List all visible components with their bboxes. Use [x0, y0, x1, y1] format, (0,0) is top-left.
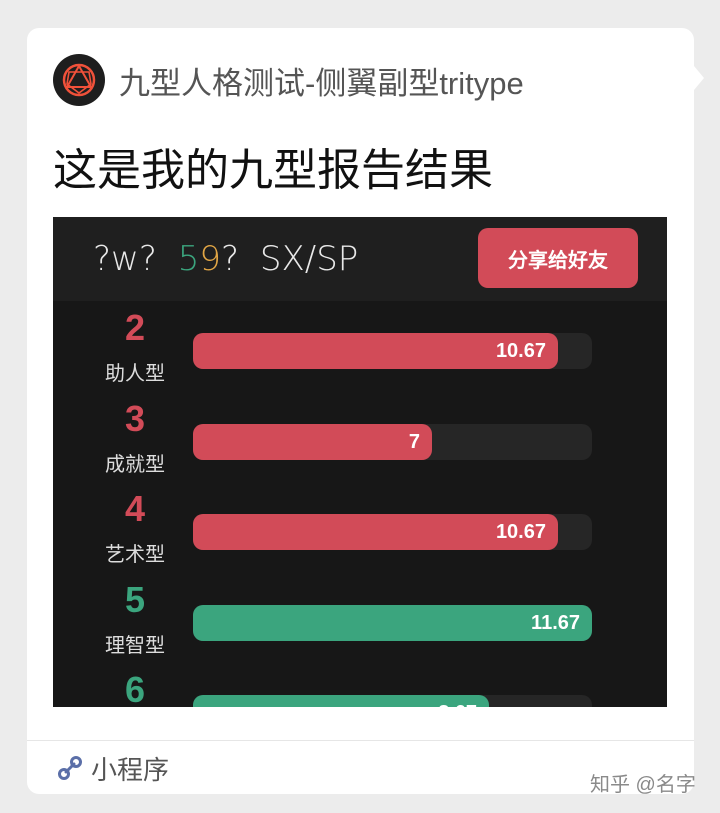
score-bar: 7 [193, 423, 432, 460]
score-value: 10.67 [495, 521, 546, 543]
score-bar: 10.67 [193, 333, 558, 369]
score-value: 11.67 [531, 611, 580, 634]
score-bar: 8.67 [193, 695, 489, 707]
type-number: 2 [124, 307, 146, 348]
type-name: 艺术型 [105, 544, 165, 566]
score-track: 10.67 [193, 514, 592, 550]
share-to-friend-button[interactable]: 分享给好友 [478, 228, 638, 288]
result-header: ?w? 59? SX/SP 分享给好友 [53, 217, 667, 301]
type-row: 68.67 [53, 669, 667, 707]
code-digit-5: 5 [177, 239, 200, 279]
score-bar: 11.67 [193, 604, 592, 641]
type-number: 4 [124, 488, 146, 529]
mini-program-link-icon [58, 756, 82, 780]
type-name: 理智型 [105, 634, 165, 657]
score-track: 8.67 [193, 695, 592, 707]
app-name[interactable]: 九型人格测试-侧翼副型tritype [119, 58, 524, 103]
result-preview[interactable]: ?w? 59? SX/SP 分享给好友 2 助人型 10.67 3 成就型 7 4 艺术型 10… [53, 217, 667, 707]
type-number: 3 [124, 397, 146, 439]
type-number: 6 [124, 669, 146, 707]
score-track: 7 [193, 423, 592, 460]
card-arrow [694, 66, 704, 90]
code-unknown: ? [221, 239, 240, 279]
type-row: 2 助人型 10.67 [53, 307, 667, 399]
type-row: 3 成就型 7 [53, 397, 667, 490]
card-footer: 小程序 [57, 748, 169, 788]
mini-program-card[interactable]: 九型人格测试-侧翼副型tritype 这是我的九型报告结果 ?w? 59? SX… [27, 28, 694, 794]
app-logo-icon [53, 54, 105, 106]
footer-divider [27, 740, 694, 741]
tritype-code: ?w? 59? SX/SP [93, 239, 358, 279]
score-track: 10.67 [193, 333, 592, 369]
score-value: 10.67 [495, 340, 546, 362]
share-message-title: 这是我的九型报告结果 [53, 146, 493, 195]
score-track: 11.67 [193, 604, 592, 641]
score-bar: 10.67 [193, 514, 558, 550]
score-value: 8.67 [438, 695, 477, 707]
code-wing: ?w? [93, 239, 157, 279]
code-subtype: SX/SP [259, 239, 359, 279]
type-row: 5 理智型 11.67 [53, 578, 667, 671]
type-name: 助人型 [105, 363, 165, 385]
type-number: 5 [124, 578, 146, 620]
code-digit-9: 9 [199, 239, 221, 279]
card-header: 九型人格测试-侧翼副型tritype [53, 54, 524, 106]
watermark: 知乎 @名字 [590, 774, 696, 796]
type-name: 成就型 [105, 453, 165, 476]
mini-program-label: 小程序 [91, 754, 170, 785]
score-value: 7 [408, 430, 420, 453]
type-row: 4 艺术型 10.67 [53, 488, 667, 580]
